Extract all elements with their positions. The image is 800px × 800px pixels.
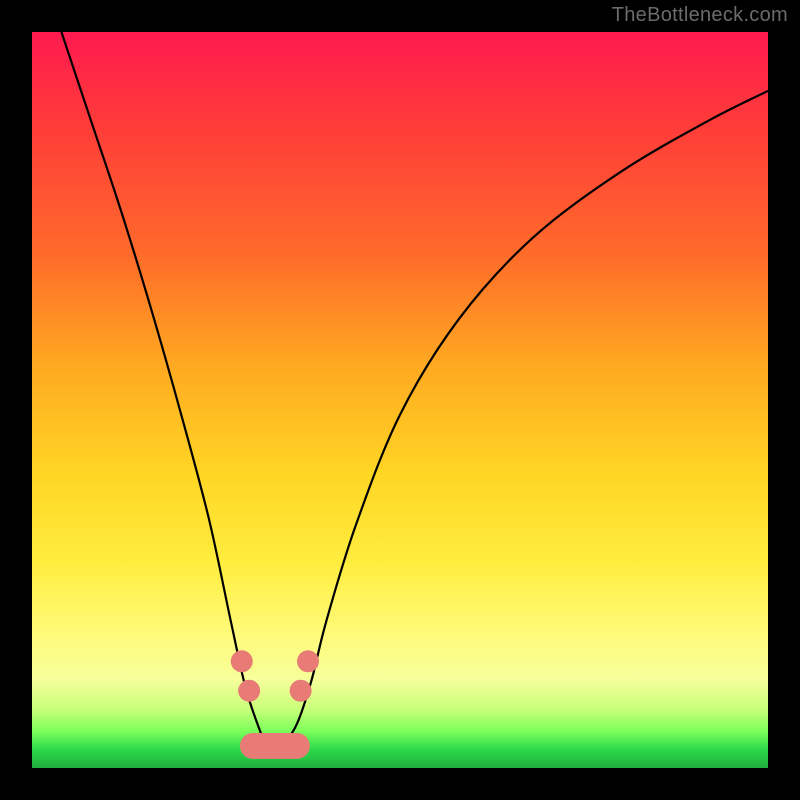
chart-frame: TheBottleneck.com xyxy=(0,0,800,800)
plot-area xyxy=(32,32,768,768)
marker-left-lower xyxy=(238,680,260,702)
watermark-text: TheBottleneck.com xyxy=(612,4,788,27)
marker-right-upper xyxy=(297,650,319,672)
marker-right-lower xyxy=(290,680,312,702)
bottleneck-curve xyxy=(61,32,768,750)
marker-left-upper xyxy=(231,650,253,672)
chart-svg xyxy=(32,32,768,768)
